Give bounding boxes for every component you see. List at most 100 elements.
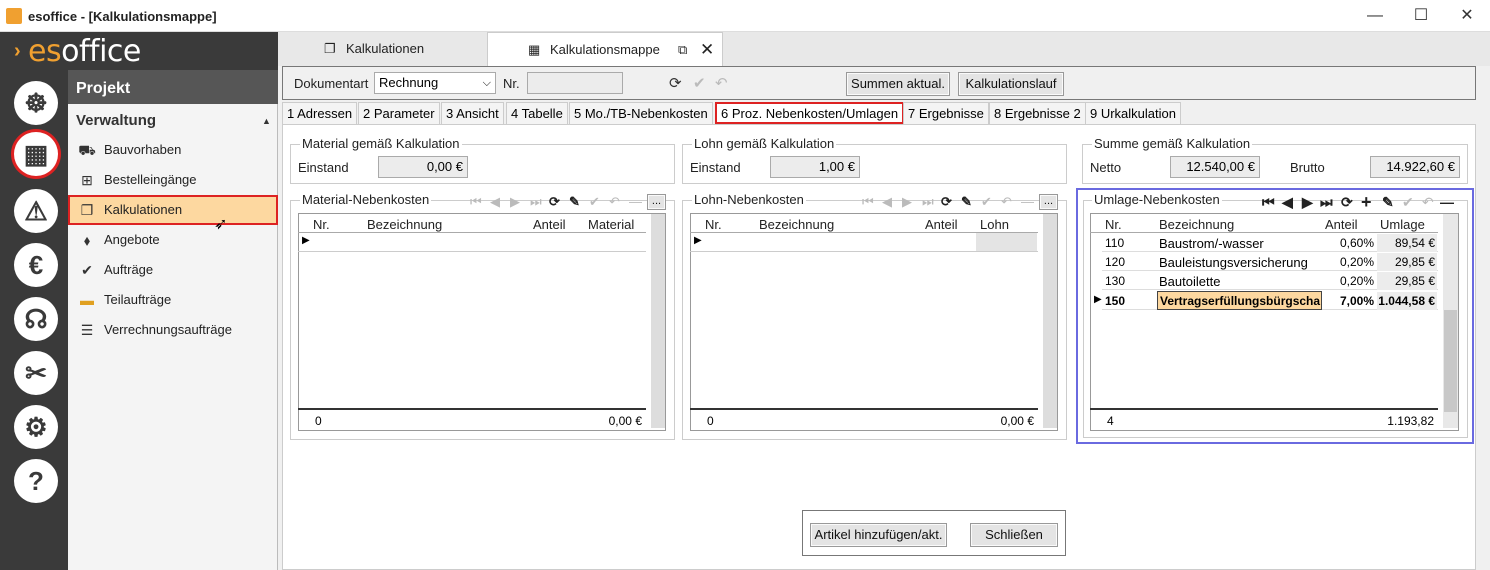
undo-icon: ↶ [1001, 194, 1012, 209]
material-einstand-value: 0,00 € [378, 156, 468, 178]
next-record-icon: ▶ [902, 194, 912, 209]
row-pointer-icon: ▶ [302, 235, 310, 246]
layers-icon: ▬ [80, 292, 94, 308]
row-bezeichnung-editing[interactable]: Vertragserfüllungsbürgscha [1157, 291, 1322, 310]
edit-icon[interactable]: ✎ [1382, 194, 1394, 211]
refresh-icon[interactable]: ⟳ [549, 194, 560, 210]
window-title: esoffice - [Kalkulationsmappe] [28, 9, 217, 24]
material-nebenkosten-title: Material-Nebenkosten [300, 192, 432, 207]
nav-item-bauvorhaben[interactable]: ⛟ Bauvorhaben [68, 135, 278, 165]
col-bezeichnung: Bezeichnung [1159, 217, 1235, 232]
row-bezeichnung: Baustrom/-wasser [1159, 236, 1264, 251]
brutto-label: Brutto [1290, 160, 1325, 175]
nav-item-auftraege[interactable]: ✔ Aufträge [68, 255, 278, 285]
nav-item-teilauftraege[interactable]: ▬ Teilaufträge [68, 285, 278, 315]
documents-icon: ❐ [324, 41, 336, 56]
tab-kalkulationsmappe[interactable]: ▦ Kalkulationsmappe ⧉ ✕ [487, 32, 723, 66]
doctype-label: Dokumentart [294, 76, 369, 91]
first-record-icon[interactable]: ⏮ [1262, 194, 1275, 211]
row-umlage: 1.044,58 € [1377, 292, 1437, 310]
nav-section-verwaltung[interactable]: Verwaltung [76, 112, 156, 129]
tab-urkalkulation[interactable]: 9 Urkalkulation [1085, 102, 1181, 124]
tab-mo-tb-nebenkosten[interactable]: 5 Mo./TB-Nebenkosten [569, 102, 713, 124]
scrollbar[interactable] [1043, 214, 1057, 428]
nav-item-angebote[interactable]: ⬧ Angebote [68, 225, 278, 255]
nav-item-kalkulationen[interactable]: ❐ Kalkulationen [68, 195, 278, 225]
lohn-einstand-value: 1,00 € [770, 156, 860, 178]
checkmark-icon: ✔ [81, 262, 93, 278]
nav-item-bestelleingaenge[interactable]: ⊞ Bestelleingänge [68, 165, 278, 195]
scrollbar-thumb[interactable] [1444, 310, 1457, 412]
nav-header: Projekt [68, 70, 278, 104]
refresh-icon[interactable]: ⟳ [1341, 194, 1353, 211]
invoice-icon: ☰ [80, 322, 94, 338]
tab-ansicht[interactable]: 3 Ansicht [441, 102, 504, 124]
tab-parameter[interactable]: 2 Parameter [358, 102, 440, 124]
tab-ergebnisse-2[interactable]: 8 Ergebnisse 2 [989, 102, 1086, 124]
next-record-icon[interactable]: ▶ [1302, 194, 1313, 211]
close-window-button[interactable]: ✕ [1444, 0, 1490, 32]
calculator-icon[interactable]: ▦ [14, 132, 58, 176]
tab-proz-nebenkosten[interactable]: 6 Proz. Nebenkosten/Umlagen [715, 102, 905, 124]
row-umlage: 89,54 € [1377, 234, 1437, 252]
schliessen-button[interactable]: Schließen [970, 523, 1058, 547]
settings-icon[interactable]: ⚙ [14, 405, 58, 449]
headset-icon[interactable]: ☊ [14, 297, 58, 341]
tools-icon[interactable]: ✂ [14, 351, 58, 395]
tab-ergebnisse[interactable]: 7 Ergebnisse [903, 102, 989, 124]
last-record-icon[interactable]: ⏭ [1320, 194, 1333, 211]
kalkulationslauf-button[interactable]: Kalkulationslauf [958, 72, 1064, 96]
lohn-einstand-label: Einstand [690, 160, 741, 175]
euro-icon[interactable]: € [14, 243, 58, 287]
tab-adressen[interactable]: 1 Adressen [282, 102, 358, 124]
edit-icon[interactable]: ✎ [961, 194, 972, 210]
col-nr: Nr. [705, 217, 722, 232]
netto-label: Netto [1090, 160, 1122, 175]
delete-icon[interactable]: — [1440, 194, 1454, 210]
summen-aktual-button[interactable]: Summen aktual. [846, 72, 950, 96]
row-anteil: 0,60% [1339, 236, 1374, 250]
row-pointer-icon: ▶ [1094, 294, 1102, 305]
popout-icon[interactable]: ⧉ [678, 33, 687, 67]
document-tabs: ❐ Kalkulationen ▦ Kalkulationsmappe ⧉ ✕ [278, 32, 1490, 66]
delete-icon: — [1021, 194, 1034, 209]
more-button[interactable]: ... [647, 194, 666, 210]
edit-icon[interactable]: ✎ [569, 194, 580, 210]
tab-tabelle[interactable]: 4 Tabelle [506, 102, 568, 124]
col-lohn: Lohn [980, 217, 1009, 232]
maximize-button[interactable]: ☐ [1398, 0, 1444, 32]
footer-count: 0 [315, 414, 322, 428]
undo-icon: ↶ [609, 194, 620, 209]
undo-icon: ↶ [1422, 194, 1434, 210]
scrollbar[interactable] [651, 214, 665, 428]
artikel-hinzufuegen-button[interactable]: Artikel hinzufügen/akt. [810, 523, 947, 547]
logo-text-office: office [61, 34, 141, 69]
netto-value: 12.540,00 € [1170, 156, 1260, 178]
alarm-icon[interactable]: ⚠ [14, 189, 58, 233]
close-tab-icon[interactable]: ✕ [700, 33, 714, 67]
excavator-icon: ⛟ [78, 142, 96, 158]
add-icon[interactable]: + [1361, 192, 1372, 213]
confirm-icon: ✔ [1402, 194, 1414, 210]
doctype-select[interactable]: Rechnung ⌵ [374, 72, 496, 94]
logo-text-es: es [28, 34, 62, 69]
last-record-icon: ⏭ [530, 194, 542, 209]
nav-item-verrechnungsauftraege[interactable]: ☰ Verrechnungsaufträge [68, 315, 278, 345]
prev-record-icon[interactable]: ◀ [1282, 194, 1293, 211]
tag-icon: ⬧ [83, 232, 91, 248]
more-button[interactable]: ... [1039, 194, 1058, 210]
refresh-icon[interactable]: ⟳ [941, 194, 952, 210]
tab-kalkulationen[interactable]: ❐ Kalkulationen [278, 32, 486, 66]
collapse-caret-icon[interactable]: ▲ [262, 116, 271, 126]
help-icon[interactable]: ? [14, 459, 58, 503]
row-umlage: 29,85 € [1377, 272, 1437, 290]
helm-icon[interactable]: ☸ [14, 81, 58, 125]
umlage-nebenkosten-title: Umlage-Nebenkosten [1092, 192, 1222, 207]
row-bezeichnung: Bautoilette [1159, 274, 1221, 289]
refresh-icon[interactable]: ⟳ [669, 74, 682, 92]
minimize-button[interactable]: — [1352, 0, 1398, 32]
material-summary-title: Material gemäß Kalkulation [300, 136, 462, 151]
nr-label: Nr. [503, 76, 520, 91]
nr-field[interactable] [527, 72, 623, 94]
table-row[interactable] [298, 232, 646, 252]
